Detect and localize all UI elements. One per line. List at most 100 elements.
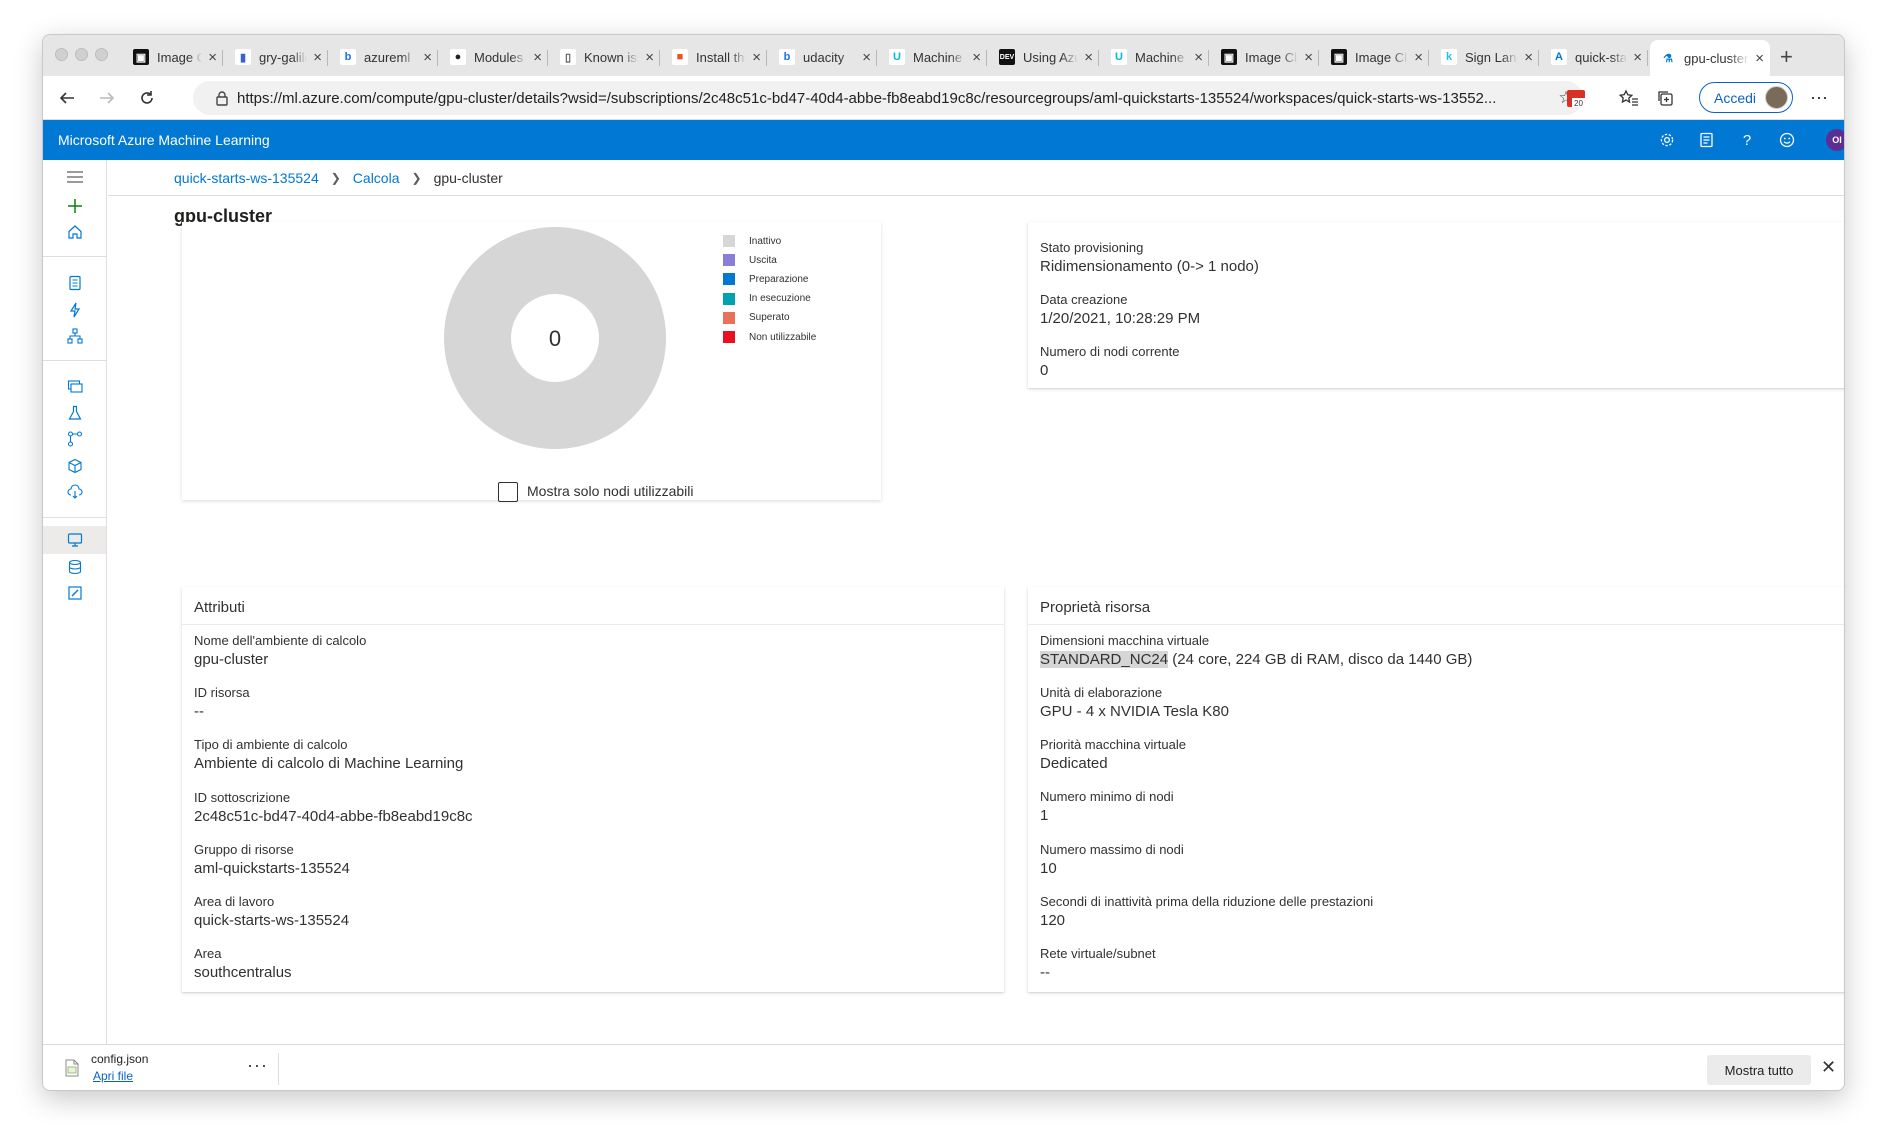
lock-icon[interactable] — [207, 90, 237, 106]
tab-close-icon[interactable]: × — [862, 49, 871, 66]
download-more-icon[interactable]: ··· — [247, 1055, 268, 1076]
tab-close-icon[interactable]: × — [1194, 49, 1203, 66]
browser-menu-icon[interactable]: ⋯ — [1805, 84, 1833, 112]
legend-item: In esecuzione — [723, 292, 811, 305]
property-label: Data creazione — [1040, 292, 1128, 307]
browser-tab[interactable]: ▮ gry-galileo × — [225, 42, 328, 72]
tab-close-icon[interactable]: × — [972, 49, 981, 66]
tab-close-icon[interactable]: × — [1304, 49, 1313, 66]
property-value: Ridimensionamento (0-> 1 nodo) — [1040, 258, 1259, 275]
tab-separator — [876, 50, 877, 66]
close-download-bar-icon[interactable]: ✕ — [1821, 1057, 1836, 1078]
browser-tab[interactable]: ▣ Image Classification × — [1211, 42, 1319, 72]
browser-tab[interactable]: k Sign Language × — [1431, 42, 1539, 72]
browser-tab[interactable]: ▣ Image Classification × — [1321, 42, 1429, 72]
browser-tab[interactable]: ■ Install the × — [662, 42, 767, 72]
property-item: Numero minimo di nodi 1 — [1040, 789, 1174, 826]
feedback-smiley-icon[interactable] — [1777, 130, 1797, 150]
tab-icon-bing: b — [340, 49, 356, 65]
property-value: 0 — [1040, 362, 1049, 379]
tab-title: gry-galileo — [259, 49, 307, 65]
browser-tab[interactable]: ● Modules × — [440, 42, 548, 72]
refresh-icon[interactable] — [133, 84, 161, 112]
back-icon[interactable] — [53, 84, 81, 112]
open-file-link[interactable]: Apri file — [93, 1069, 133, 1083]
user-avatar[interactable]: OI — [1826, 129, 1844, 151]
url-text[interactable]: https://ml.azure.com/compute/gpu-cluster… — [237, 90, 1549, 107]
tab-close-icon[interactable]: × — [208, 49, 217, 66]
tab-separator — [437, 50, 438, 66]
window-minimize-dot[interactable] — [75, 48, 88, 61]
datastores-icon[interactable] — [43, 553, 106, 581]
legend-label: Uscita — [749, 254, 777, 266]
tab-icon-azure: A — [1551, 49, 1567, 65]
models-cube-icon[interactable] — [43, 452, 106, 480]
breadcrumb-workspace-link[interactable]: quick-starts-ws-135524 — [174, 170, 319, 186]
window-close-dot[interactable] — [55, 48, 68, 61]
tab-close-icon[interactable]: × — [423, 49, 432, 66]
browser-tab[interactable]: ⚗ gpu-cluster × — [1650, 40, 1770, 76]
new-tab-icon[interactable]: + — [1780, 44, 1793, 70]
settings-gear-icon[interactable] — [1657, 130, 1677, 150]
browser-tab[interactable]: ▯ Known issues × — [550, 42, 660, 72]
tab-close-icon[interactable]: × — [1084, 49, 1093, 66]
tab-close-icon[interactable]: × — [1755, 50, 1764, 67]
usable-nodes-checkbox[interactable] — [498, 482, 518, 502]
data-labeling-icon[interactable] — [43, 579, 106, 607]
address-bar[interactable]: https://ml.azure.com/compute/gpu-cluster… — [193, 81, 1583, 115]
property-item: Secondi di inattività prima della riduzi… — [1040, 894, 1373, 931]
notes-icon[interactable] — [1697, 130, 1717, 150]
legend-label: Preparazione — [749, 273, 809, 285]
property-label: Numero di nodi corrente — [1040, 344, 1180, 359]
pipelines-icon[interactable] — [43, 425, 106, 453]
hamburger-menu-icon[interactable] — [43, 163, 106, 191]
calendar-extension-icon[interactable]: 20 — [1562, 84, 1590, 112]
app-title[interactable]: Microsoft Azure Machine Learning — [58, 132, 270, 148]
forward-icon[interactable] — [93, 84, 121, 112]
tab-title: Using Azure — [1023, 49, 1078, 65]
tab-close-icon[interactable]: × — [533, 49, 542, 66]
tab-close-icon[interactable]: × — [1524, 49, 1533, 66]
sign-in-button[interactable]: Accedi — [1699, 82, 1793, 113]
favorites-icon[interactable] — [1615, 84, 1643, 112]
tab-icon-github: ● — [450, 49, 466, 65]
tab-close-icon[interactable]: × — [752, 49, 761, 66]
property-value: 120 — [1040, 911, 1066, 929]
property-item: Unità di elaborazione GPU - 4 x NVIDIA Te… — [1040, 685, 1229, 722]
tab-title: Image Classification — [157, 49, 202, 65]
endpoints-icon[interactable] — [43, 478, 106, 506]
new-plus-icon[interactable] — [43, 192, 106, 220]
browser-tab[interactable]: b azureml × — [330, 42, 438, 72]
window-zoom-dot[interactable] — [95, 48, 108, 61]
browser-tab[interactable]: ▣ Image Classification × — [123, 42, 223, 72]
collections-icon[interactable] — [1651, 84, 1679, 112]
download-file-name[interactable]: config.json — [91, 1052, 148, 1066]
notebooks-icon[interactable] — [43, 269, 106, 297]
tab-close-icon[interactable]: × — [313, 49, 322, 66]
vm-size: Dimensioni macchina virtuale STANDARD_NC… — [1040, 633, 1472, 670]
tab-icon-video: ▣ — [133, 49, 149, 65]
browser-tab[interactable]: b udacity × — [769, 42, 877, 72]
app-header: Microsoft Azure Machine Learning ? OI — [43, 120, 1844, 160]
show-all-downloads-button[interactable]: Mostra tutto — [1707, 1055, 1811, 1085]
tab-icon-udacity: U — [1111, 49, 1127, 65]
property-label: Secondi di inattività prima della riduzi… — [1040, 893, 1374, 909]
tab-close-icon[interactable]: × — [1414, 49, 1423, 66]
tab-close-icon[interactable]: × — [645, 49, 654, 66]
help-icon[interactable]: ? — [1737, 130, 1757, 150]
breadcrumb-compute-link[interactable]: Calcola — [353, 170, 400, 186]
usable-nodes-checkbox-label[interactable]: Mostra solo nodi utilizzabili — [527, 483, 694, 499]
compute-icon[interactable] — [43, 526, 106, 554]
browser-tab[interactable]: U Machine × — [1101, 42, 1209, 72]
browser-tab[interactable]: Aquick-starts × — [1541, 42, 1648, 72]
attributes-card: Attributi Nome dell'ambiente di calcolo g… — [182, 587, 1004, 992]
experiments-flask-icon[interactable] — [43, 399, 106, 427]
datasets-icon[interactable] — [43, 372, 106, 400]
browser-tab[interactable]: DEV Using Azure × — [989, 42, 1099, 72]
home-icon[interactable] — [43, 218, 106, 246]
designer-icon[interactable] — [43, 322, 106, 350]
browser-tab[interactable]: U Machine × — [879, 42, 987, 72]
automated-ml-icon[interactable] — [43, 296, 106, 324]
tab-title: Image Classification — [1355, 49, 1408, 65]
tab-close-icon[interactable]: × — [1633, 49, 1642, 66]
